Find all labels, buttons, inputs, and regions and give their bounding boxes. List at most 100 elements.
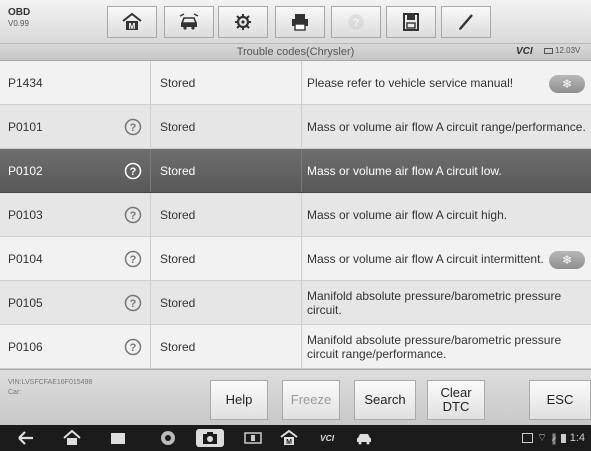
- column-divider: [150, 149, 151, 192]
- recents-icon: [111, 433, 125, 444]
- edit-icon: [459, 14, 473, 30]
- freeze-button[interactable]: Freeze: [282, 380, 340, 420]
- svg-text:?: ?: [353, 17, 360, 29]
- svg-text:?: ?: [130, 254, 137, 266]
- back-icon: [18, 431, 33, 445]
- column-divider: [150, 61, 151, 104]
- settings-button[interactable]: [218, 6, 268, 38]
- save-icon: [403, 13, 419, 31]
- recents-button[interactable]: [108, 429, 128, 447]
- vehicle-button[interactable]: [354, 429, 374, 447]
- column-divider: [301, 325, 302, 368]
- svg-text:?: ?: [130, 166, 137, 178]
- column-divider: [150, 105, 151, 148]
- dtc-code: P0102: [8, 164, 43, 178]
- vin-label: VIN:LVSFCFAE16F015498: [8, 379, 93, 386]
- svg-text:M: M: [286, 439, 292, 446]
- clock: 1:4: [569, 432, 585, 444]
- edit-button[interactable]: [441, 6, 491, 38]
- dtc-help-icon[interactable]: ?: [124, 294, 142, 312]
- display-icon: [244, 432, 262, 444]
- column-divider: [301, 281, 302, 324]
- home-button[interactable]: M: [107, 6, 157, 38]
- dtc-description: Manifold absolute pressure/barometric pr…: [307, 289, 562, 317]
- svg-text:?: ?: [130, 122, 137, 134]
- dtc-description: Mass or volume air flow A circuit high.: [307, 208, 508, 222]
- dtc-help-icon[interactable]: ?: [124, 118, 142, 136]
- dtc-help-icon[interactable]: ?: [124, 206, 142, 224]
- dtc-code: P0106: [8, 340, 43, 354]
- dtc-row[interactable]: P0106? Stored Manifold absolute pressure/b…: [0, 325, 591, 369]
- dtc-row[interactable]: P0105? Stored Manifold absolute pressure/b…: [0, 281, 591, 325]
- vehicle-swap-icon: [179, 13, 199, 30]
- dtc-code: P1434: [8, 76, 43, 90]
- battery-voltage: 12.03V: [555, 46, 581, 55]
- vci-button[interactable]: VCI: [314, 429, 340, 447]
- column-divider: [150, 193, 151, 236]
- search-button[interactable]: Search: [354, 380, 416, 420]
- camera-button[interactable]: [196, 429, 224, 447]
- gallery-icon: [521, 433, 533, 443]
- column-divider: [301, 61, 302, 104]
- help-toolbar-button[interactable]: ?: [331, 6, 381, 38]
- camera-icon: [203, 432, 217, 444]
- dtc-code: P0103: [8, 208, 43, 222]
- dtc-status: Stored: [160, 164, 196, 178]
- dtc-status: Stored: [160, 120, 196, 134]
- svg-text:VCI: VCI: [320, 433, 335, 443]
- dtc-row[interactable]: P0102? Stored Mass or volume air flow A ci…: [0, 149, 591, 193]
- clear-dtc-button[interactable]: Clear DTC: [427, 380, 485, 420]
- dtc-description: Mass or volume air flow A circuit low.: [307, 164, 502, 178]
- display-button[interactable]: [243, 429, 263, 447]
- vehicle-info: VIN:LVSFCFAE16F015498 Car:: [8, 378, 92, 398]
- column-divider: [301, 105, 302, 148]
- top-toolbar: OBD V0.99 M ?: [0, 0, 591, 44]
- dtc-status: Stored: [160, 340, 196, 354]
- dtc-description: Mass or volume air flow A circuit range/…: [307, 120, 586, 134]
- back-button[interactable]: [16, 429, 36, 447]
- battery-status-icon: [560, 433, 566, 443]
- svg-text:?: ?: [130, 210, 137, 222]
- esc-button[interactable]: ESC: [529, 380, 591, 420]
- wifi-icon: ⌔: [536, 432, 548, 444]
- vci-indicator: VCI: [516, 46, 533, 57]
- print-button[interactable]: [275, 6, 325, 38]
- dtc-row[interactable]: P1434 Stored Please refer to vehicle servi…: [0, 61, 591, 105]
- dtc-status: Stored: [160, 296, 196, 310]
- freeze-frame-icon[interactable]: ❄: [549, 251, 585, 269]
- help-button[interactable]: Help: [210, 380, 268, 420]
- car-icon: [357, 434, 371, 445]
- freeze-frame-icon[interactable]: ❄: [549, 75, 585, 93]
- browser-button[interactable]: [158, 429, 178, 447]
- svg-text:?: ?: [130, 342, 137, 354]
- dtc-row[interactable]: P0103? Stored Mass or volume air flow A ci…: [0, 193, 591, 237]
- save-button[interactable]: [386, 6, 436, 38]
- svg-text:?: ?: [130, 298, 137, 310]
- dtc-description: Mass or volume air flow A circuit interm…: [307, 252, 544, 266]
- dtc-row[interactable]: P0101? Stored Mass or volume air flow A ci…: [0, 105, 591, 149]
- column-divider: [301, 149, 302, 192]
- dtc-help-icon[interactable]: ?: [124, 338, 142, 356]
- dtc-help-icon[interactable]: ?: [124, 250, 142, 268]
- car-label: Car:: [8, 389, 22, 396]
- home-icon: M: [122, 12, 142, 31]
- maxisys-button[interactable]: M: [279, 429, 299, 447]
- column-divider: [150, 237, 151, 280]
- column-divider: [150, 325, 151, 368]
- dtc-row[interactable]: P0104? Stored Mass or volume air flow A ci…: [0, 237, 591, 281]
- system-status-area: ⌔ ∦ 1:4: [521, 429, 585, 447]
- dtc-code: P0101: [8, 120, 43, 134]
- dtc-help-icon[interactable]: ?: [124, 162, 142, 180]
- dtc-table: P1434 Stored Please refer to vehicle servi…: [0, 61, 591, 369]
- android-home-button[interactable]: [62, 429, 82, 447]
- dtc-status: Stored: [160, 208, 196, 222]
- column-divider: [301, 193, 302, 236]
- vehicle-swap-button[interactable]: [164, 6, 214, 38]
- footer-bar: VIN:LVSFCFAE16F015498 Car: Help Freeze S…: [0, 369, 591, 425]
- maxisys-icon: M: [280, 429, 298, 446]
- dtc-code: P0105: [8, 296, 43, 310]
- print-icon: [292, 14, 308, 31]
- column-divider: [150, 281, 151, 324]
- help-icon: ?: [348, 14, 364, 30]
- dtc-status: Stored: [160, 252, 196, 266]
